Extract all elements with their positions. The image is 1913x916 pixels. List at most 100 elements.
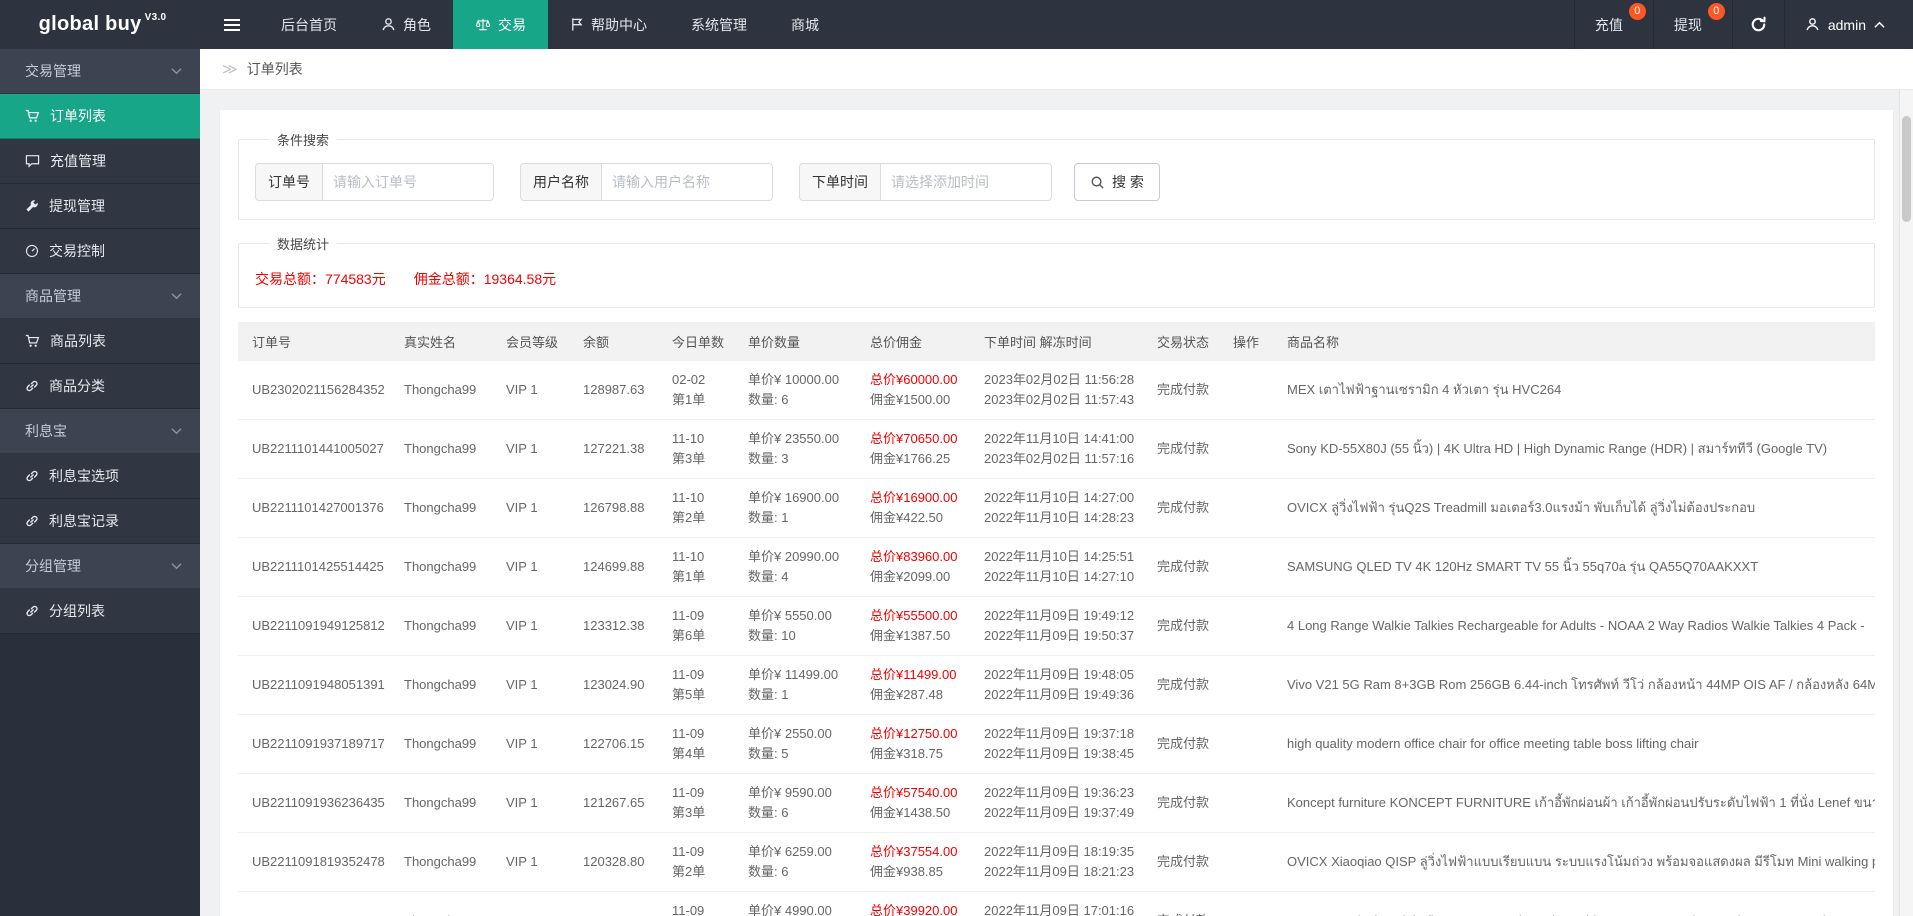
unit-qty-cell: 单价¥ 5550.00 数量: 10 (740, 596, 862, 656)
nav-item-trade[interactable]: 交易 (453, 0, 548, 49)
nav-item-system[interactable]: 系统管理 (669, 0, 769, 49)
order-seq: 第4单 (672, 746, 706, 761)
order-no-cell: UB2211101427001376 (238, 478, 396, 538)
total-commission-cell: 总价¥37554.00 佣金¥938.85 (862, 832, 976, 892)
unit-price: 单价¥ 5550.00 (748, 608, 832, 623)
sidebar-item-label: 订单列表 (50, 108, 106, 124)
sidebar-group-interest-treasure[interactable]: 利息宝 (0, 409, 200, 454)
order-day: 02-02 (672, 372, 706, 387)
quantity: 数量: 6 (748, 392, 789, 407)
status-cell: 完成付款 (1149, 655, 1225, 715)
action-cell (1225, 596, 1279, 656)
order-no-input[interactable] (322, 163, 494, 201)
vertical-scrollbar[interactable] (1899, 90, 1913, 916)
unit-qty-cell: 单价¥ 6259.00 数量: 6 (740, 832, 862, 892)
order-no-cell: UB2211101425514425 (238, 537, 396, 597)
unfreeze-time: 2022年11月09日 19:37:49 (984, 805, 1135, 820)
sidebar-group-label: 分组管理 (25, 558, 81, 574)
sidebar-item-interest-options[interactable]: 利息宝选项 (0, 454, 200, 499)
chevron-down-icon (171, 292, 182, 300)
sidebar-item-goods-list[interactable]: 商品列表 (0, 319, 200, 364)
withdraw-button[interactable]: 提现 0 (1652, 0, 1732, 49)
unit-price: 单价¥ 10000.00 (748, 372, 840, 387)
app-logo[interactable]: global buy V3.0 (0, 0, 205, 49)
product-name-cell: SAMSUNG QLED TV 4K 120Hz SMART TV 55 นิ้… (1279, 537, 1875, 597)
breadcrumb-current: 订单列表 (246, 61, 303, 77)
recharge-button[interactable]: 充值 0 (1573, 0, 1653, 49)
sidebar-item-label: 商品分类 (49, 378, 105, 394)
sidebar-item-withdraw-manage[interactable]: 提现管理 (0, 184, 200, 229)
content-area: 条件搜索 订单号 用户名称 下单时间 (200, 90, 1913, 916)
sidebar-item-interest-records[interactable]: 利息宝记录 (0, 499, 200, 544)
order-time-input[interactable] (880, 163, 1052, 201)
menu-toggle-button[interactable] (205, 0, 259, 49)
action-cell (1225, 832, 1279, 892)
username-input[interactable] (601, 163, 773, 201)
search-icon (1090, 175, 1105, 190)
sidebar-group-trade-manage[interactable]: 交易管理 (0, 49, 200, 94)
sidebar-item-order-list[interactable]: 订单列表 (0, 94, 200, 139)
sidebar: 交易管理订单列表充值管理提现管理交易控制 商品管理 商品列表商品分类利息宝 利息宝选项… (0, 49, 200, 916)
nav-item-label: 系统管理 (691, 16, 747, 33)
total-price: 总价¥57540.00 (870, 785, 958, 800)
unit-qty-cell: 单价¥ 4990.00 数量: 8 (740, 891, 862, 916)
total-price: 总价¥16900.00 (870, 490, 958, 505)
sidebar-item-label: 提现管理 (49, 198, 105, 214)
chevron-down-icon (171, 427, 182, 435)
vip-level-cell: VIP 1 (498, 361, 575, 420)
total-commission-cell: 总价¥39920.00 佣金¥998.00 (862, 891, 976, 916)
total-commission-cell: 总价¥57540.00 佣金¥1438.50 (862, 773, 976, 833)
breadcrumb-chevron-icon: ≫ (222, 61, 238, 78)
total-price: 总价¥39920.00 (870, 903, 958, 916)
order-day: 11-09 (672, 726, 705, 741)
status-cell: 完成付款 (1149, 596, 1225, 656)
user-menu[interactable]: admin (1783, 0, 1913, 49)
commission: 佣金¥318.75 (870, 746, 943, 761)
real-name-cell: Thongcha99 (396, 361, 498, 420)
comment-icon (25, 154, 40, 168)
nav-item-roles[interactable]: 角色 (359, 0, 453, 49)
order-day: 11-09 (672, 667, 705, 682)
times-cell: 2022年11月09日 19:49:12 2022年11月09日 19:50:3… (976, 596, 1149, 656)
balance-cell: 123024.90 (575, 655, 664, 715)
order-day: 11-09 (672, 844, 705, 859)
total-price: 总价¥83960.00 (870, 549, 958, 564)
sidebar-item-goods-category[interactable]: 商品分类 (0, 364, 200, 409)
vip-level-cell: VIP 1 (498, 773, 575, 833)
nav-item-help-center[interactable]: 帮助中心 (548, 0, 669, 49)
real-name-cell: Thongcha99 (396, 832, 498, 892)
nav-item-dashboard[interactable]: 后台首页 (259, 0, 359, 49)
scrollbar-thumb[interactable] (1902, 116, 1911, 222)
order-time: 2023年02月02日 11:56:28 (984, 372, 1135, 387)
times-cell: 2022年11月10日 14:41:00 2023年02月02日 11:57:1… (976, 419, 1149, 479)
order-day: 11-09 (672, 903, 705, 916)
times-cell: 2022年11月09日 19:37:18 2022年11月09日 19:38:4… (976, 714, 1149, 774)
order-time: 2022年11月09日 19:37:18 (984, 726, 1135, 741)
unit-qty-cell: 单价¥ 2550.00 数量: 5 (740, 714, 862, 774)
search-button[interactable]: 搜 索 (1074, 163, 1160, 201)
order-time-input-group: 下单时间 (799, 163, 1052, 201)
nav-item-mall[interactable]: 商城 (769, 0, 841, 49)
top-header: global buy V3.0 后台首页 角色 交易 帮助中心 系统管理 商城 充值 0 … (0, 0, 1913, 49)
times-cell: 2022年11月09日 19:48:05 2022年11月09日 19:49:3… (976, 655, 1149, 715)
top-nav: 后台首页 角色 交易 帮助中心 系统管理 商城 (259, 0, 841, 49)
quantity: 数量: 5 (748, 746, 789, 761)
quantity: 数量: 1 (748, 687, 789, 702)
sidebar-group-label: 交易管理 (25, 63, 81, 79)
sidebar-group-group-manage[interactable]: 分组管理 (0, 544, 200, 589)
unit-qty-cell: 单价¥ 10000.00 数量: 6 (740, 361, 862, 420)
unit-price: 单价¥ 20990.00 (748, 549, 840, 564)
flag-icon (570, 17, 584, 32)
sidebar-item-trade-control[interactable]: 交易控制 (0, 229, 200, 274)
refresh-button[interactable] (1731, 0, 1784, 49)
sidebar-item-label: 利息宝记录 (49, 513, 119, 529)
sidebar-group-goods-manage[interactable]: 商品管理 (0, 274, 200, 319)
order-seq: 第1单 (672, 569, 706, 584)
commission: 佣金¥1438.50 (870, 805, 951, 820)
sidebar-item-recharge-manage[interactable]: 充值管理 (0, 139, 200, 184)
order-day: 11-09 (672, 608, 705, 623)
sidebar-item-group-list[interactable]: 分组列表 (0, 589, 200, 634)
order-seq: 第5单 (672, 687, 706, 702)
col-balance: 余额 (575, 322, 664, 361)
balance-cell: 123312.38 (575, 596, 664, 656)
